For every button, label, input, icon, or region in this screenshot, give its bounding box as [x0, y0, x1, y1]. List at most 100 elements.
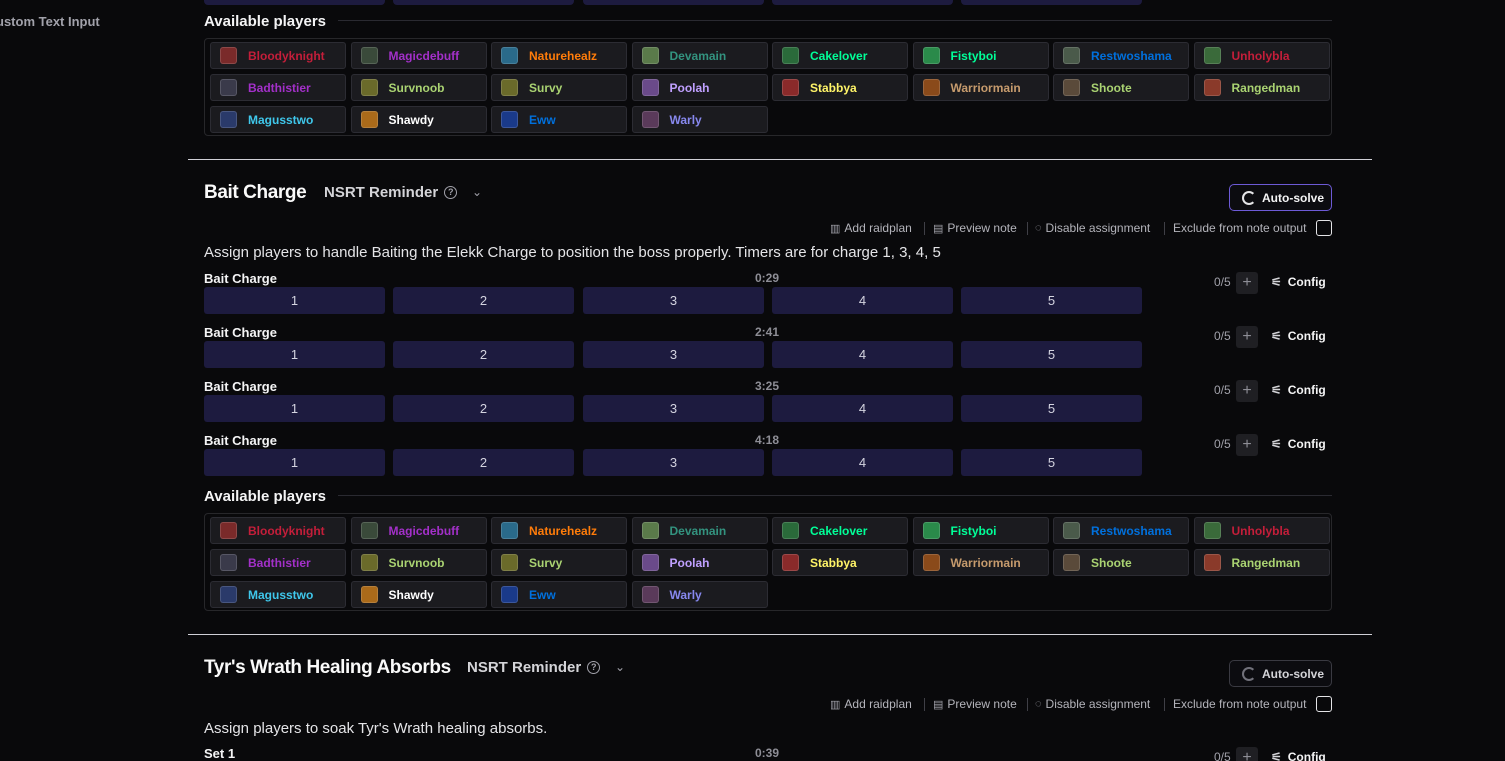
- class-icon: [220, 111, 237, 128]
- player-chip[interactable]: Fistyboi: [912, 42, 1049, 69]
- player-chip[interactable]: Badthistier: [210, 549, 346, 576]
- player-name: Warriormain: [950, 556, 1021, 570]
- section-divider: [188, 634, 1372, 635]
- assignment-slot[interactable]: 3: [583, 395, 764, 422]
- preview-note-button[interactable]: ▤ Preview note: [933, 221, 1017, 235]
- player-chip[interactable]: Naturehealz: [491, 42, 627, 69]
- auto-solve-button[interactable]: Auto-solve: [1229, 184, 1332, 211]
- player-chip[interactable]: Shawdy: [350, 106, 487, 133]
- config-button[interactable]: ⚟ Config: [1271, 437, 1326, 451]
- assignment-slot[interactable]: 1: [204, 449, 385, 476]
- assignment-slot[interactable]: 2: [393, 287, 574, 314]
- assignment-slot[interactable]: 4: [772, 341, 953, 368]
- config-button[interactable]: ⚟ Config: [1271, 383, 1326, 397]
- assignment-slot[interactable]: 4: [772, 449, 953, 476]
- assignment-slot[interactable]: 4: [772, 287, 953, 314]
- player-chip[interactable]: Survy: [491, 74, 627, 101]
- assignment-slot[interactable]: 5: [961, 341, 1142, 368]
- help-circle-icon[interactable]: ?: [587, 661, 601, 674]
- chevron-down-icon[interactable]: ⌄: [472, 185, 482, 199]
- player-chip[interactable]: Warly: [631, 581, 768, 608]
- player-chip[interactable]: Warly: [631, 106, 768, 133]
- exclude-from-note-checkbox[interactable]: [1316, 696, 1332, 712]
- player-chip[interactable]: Unholybla: [1193, 517, 1330, 544]
- assignment-slot[interactable]: 1: [204, 287, 385, 314]
- class-icon: [501, 79, 518, 96]
- add-player-button[interactable]: +: [1236, 434, 1258, 456]
- add-raidplan-button[interactable]: ▥ Add raidplan: [830, 697, 912, 711]
- assignment-slot[interactable]: 3: [583, 449, 764, 476]
- player-chip[interactable]: Stabbya: [772, 549, 908, 576]
- player-name: Shawdy: [388, 113, 434, 127]
- player-chip[interactable]: Naturehealz: [491, 517, 627, 544]
- player-chip[interactable]: Eww: [491, 106, 627, 133]
- class-icon: [782, 522, 799, 539]
- section-description: Assign players to handle Baiting the Ele…: [204, 244, 941, 261]
- player-chip[interactable]: Eww: [491, 581, 627, 608]
- player-chip[interactable]: Magicdebuff: [350, 42, 487, 69]
- player-chip[interactable]: Unholybla: [1193, 42, 1330, 69]
- assignment-slot[interactable]: 4: [772, 395, 953, 422]
- player-chip[interactable]: Rangedman: [1193, 549, 1330, 576]
- disable-assignment-button[interactable]: ◌ Disable assignment: [1035, 697, 1150, 711]
- exclude-from-note-text: Exclude from note output: [1173, 221, 1307, 235]
- player-chip[interactable]: Devamain: [631, 517, 768, 544]
- nsrt-reminder-label: NSRT Reminder ?: [324, 184, 458, 201]
- assignment-slot[interactable]: 2: [393, 449, 574, 476]
- player-chip[interactable]: Poolah: [631, 549, 768, 576]
- player-chip[interactable]: Bloodyknight: [210, 517, 346, 544]
- assignment-slot[interactable]: 3: [583, 287, 764, 314]
- chevron-down-icon[interactable]: ⌄: [615, 660, 625, 674]
- player-chip[interactable]: Bloodyknight: [210, 42, 346, 69]
- assignment-slot[interactable]: 5: [961, 449, 1142, 476]
- player-chip[interactable]: Cakelover: [772, 517, 908, 544]
- add-raidplan-button[interactable]: ▥ Add raidplan: [830, 221, 912, 235]
- class-icon: [501, 554, 518, 571]
- assignment-slot[interactable]: 1: [204, 341, 385, 368]
- player-chip[interactable]: Shoote: [1053, 74, 1189, 101]
- assignment-slot[interactable]: 2: [393, 395, 574, 422]
- config-button[interactable]: ⚟ Config: [1271, 275, 1326, 289]
- sidebar-item-custom-text-input[interactable]: ustom Text Input: [0, 14, 100, 29]
- assignment-slot[interactable]: 5: [961, 395, 1142, 422]
- player-name: Restwoshama: [1091, 524, 1172, 538]
- player-chip[interactable]: Restwoshama: [1053, 42, 1189, 69]
- player-chip[interactable]: Survnoob: [350, 549, 487, 576]
- add-player-button[interactable]: +: [1236, 747, 1258, 761]
- assignment-slot[interactable]: 1: [204, 395, 385, 422]
- config-button[interactable]: ⚟ Config: [1271, 329, 1326, 343]
- player-chip[interactable]: Restwoshama: [1053, 517, 1189, 544]
- player-name: Shoote: [1091, 556, 1132, 570]
- player-chip[interactable]: Shoote: [1053, 549, 1189, 576]
- player-chip[interactable]: Shawdy: [350, 581, 487, 608]
- player-chip[interactable]: Warriormain: [912, 549, 1049, 576]
- player-chip[interactable]: Badthistier: [210, 74, 346, 101]
- player-chip[interactable]: Devamain: [631, 42, 768, 69]
- config-button[interactable]: ⚟ Config: [1271, 750, 1326, 761]
- player-chip[interactable]: Magusstwo: [210, 106, 346, 133]
- assignment-slot[interactable]: 2: [393, 341, 574, 368]
- player-chip[interactable]: Fistyboi: [912, 517, 1049, 544]
- assignment-slot[interactable]: 3: [583, 341, 764, 368]
- help-circle-icon[interactable]: ?: [444, 186, 458, 199]
- preview-note-button[interactable]: ▤ Preview note: [933, 697, 1017, 711]
- player-chip[interactable]: Magicdebuff: [350, 517, 487, 544]
- player-chip[interactable]: Survy: [491, 549, 627, 576]
- toolbar-separator: [1164, 698, 1165, 711]
- player-chip[interactable]: Stabbya: [772, 74, 908, 101]
- add-player-button[interactable]: +: [1236, 326, 1258, 348]
- player-name: Naturehealz: [529, 524, 598, 538]
- player-chip[interactable]: Survnoob: [350, 74, 487, 101]
- assignment-slot[interactable]: 5: [961, 287, 1142, 314]
- disable-assignment-button[interactable]: ◌ Disable assignment: [1035, 221, 1150, 235]
- add-player-button[interactable]: +: [1236, 272, 1258, 294]
- auto-solve-button[interactable]: Auto-solve: [1229, 660, 1332, 687]
- player-chip[interactable]: Cakelover: [772, 42, 908, 69]
- player-chip[interactable]: Poolah: [631, 74, 768, 101]
- class-icon: [922, 522, 940, 539]
- add-player-button[interactable]: +: [1236, 380, 1258, 402]
- player-chip[interactable]: Rangedman: [1193, 74, 1330, 101]
- player-chip[interactable]: Warriormain: [912, 74, 1049, 101]
- player-chip[interactable]: Magusstwo: [210, 581, 346, 608]
- exclude-from-note-checkbox[interactable]: [1316, 220, 1332, 236]
